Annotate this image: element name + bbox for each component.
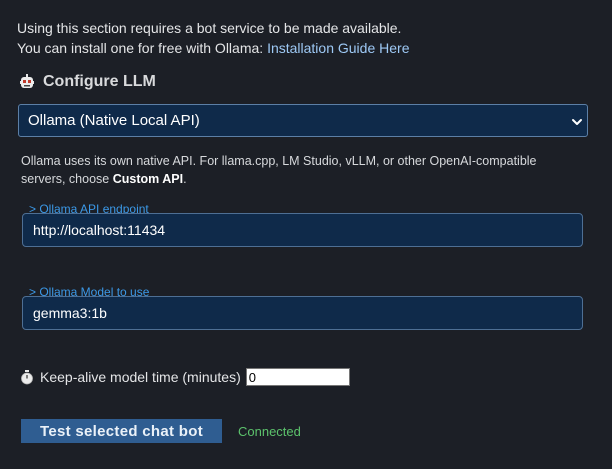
keepalive-minutes-input[interactable] [245, 368, 350, 386]
intro-line-2: You can install one for free with Ollama… [17, 38, 409, 58]
intro-line-2-prefix: You can install one for free with Ollama… [17, 40, 268, 56]
custom-api-emphasis: Custom API [112, 172, 184, 186]
llm-provider-selected-value: Ollama (Native Local API) [28, 112, 200, 129]
provider-description: Ollama uses its own native API. For llam… [21, 152, 581, 188]
endpoint-input[interactable]: http://localhost:11434 [22, 213, 583, 247]
keepalive-row: Keep-alive model time (minutes) [20, 368, 350, 386]
intro-line-1: Using this section requires a bot servic… [17, 20, 402, 36]
chevron-down-icon [571, 115, 583, 127]
endpoint-input-value: http://localhost:11434 [33, 222, 166, 238]
robot-icon [20, 74, 34, 90]
stopwatch-icon [20, 369, 34, 385]
keepalive-label: Keep-alive model time (minutes) [40, 369, 241, 385]
section-title-text: Configure LLM [43, 73, 156, 90]
installation-guide-link[interactable]: Installation Guide Here [267, 40, 409, 56]
intro-text: Using this section requires a bot servic… [17, 18, 409, 58]
llm-provider-select[interactable]: Ollama (Native Local API) [18, 104, 588, 137]
test-chat-bot-button[interactable]: Test selected chat bot [21, 419, 222, 443]
provider-description-suffix: . [183, 172, 187, 186]
model-input-value: gemma3:1b [33, 305, 107, 321]
model-input[interactable]: gemma3:1b [22, 296, 583, 330]
section-title: Configure LLM [20, 73, 156, 91]
provider-description-text: Ollama uses its own native API. For llam… [21, 154, 537, 186]
connection-status: Connected [238, 424, 301, 439]
